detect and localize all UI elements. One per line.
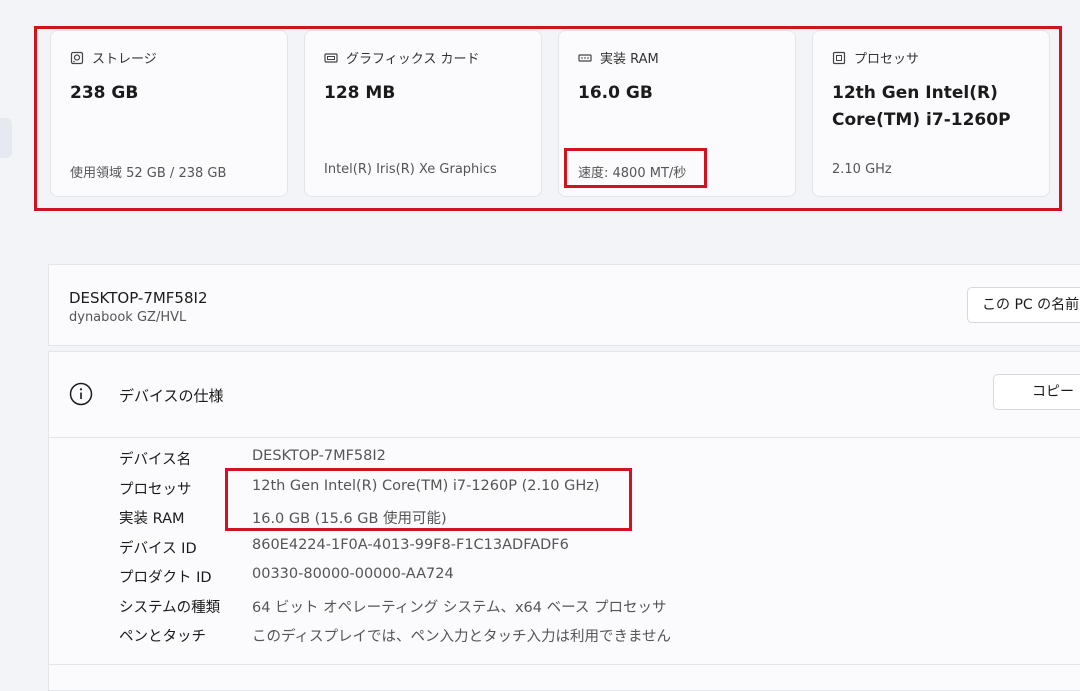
panel-divider [49,664,1080,665]
device-specs-header[interactable]: デバイスの仕様 コピー [49,352,1080,438]
spec-value: このディスプレイでは、ペン入力とタッチ入力は利用できません [252,629,672,645]
sidebar-selected-indicator [0,118,12,158]
spec-label: デバイス ID [119,540,197,557]
rename-pc-button[interactable]: この PC の名前を変更 [967,287,1080,323]
device-specs-title: デバイスの仕様 [119,387,224,405]
annotation-box-ram-speed [564,148,707,188]
spec-label: ペンとタッチ [119,629,206,645]
spec-label: デバイス名 [119,452,192,468]
device-name: DESKTOP-7MF58I2 [69,289,208,307]
spec-value: 64 ビット オペレーティング システム、x64 ベース プロセッサ [252,599,667,616]
spec-value: DESKTOP-7MF58I2 [252,448,386,464]
spec-label: システムの種類 [119,599,221,616]
spec-label: プロセッサ [119,481,192,498]
spec-value: 860E4224-1F0A-4013-99F8-F1C13ADFADF6 [252,536,569,553]
device-name-panel: DESKTOP-7MF58I2 dynabook GZ/HVL この PC の名… [48,264,1080,346]
info-icon [69,382,93,406]
spec-value: 00330-80000-00000-AA724 [252,566,454,582]
annotation-box-summary [34,26,1062,211]
spec-label: プロダクト ID [119,570,212,586]
copy-button[interactable]: コピー [993,374,1080,410]
annotation-box-processor-ram [225,468,632,531]
device-model: dynabook GZ/HVL [69,310,187,325]
spec-label: 実装 RAM [119,511,185,527]
